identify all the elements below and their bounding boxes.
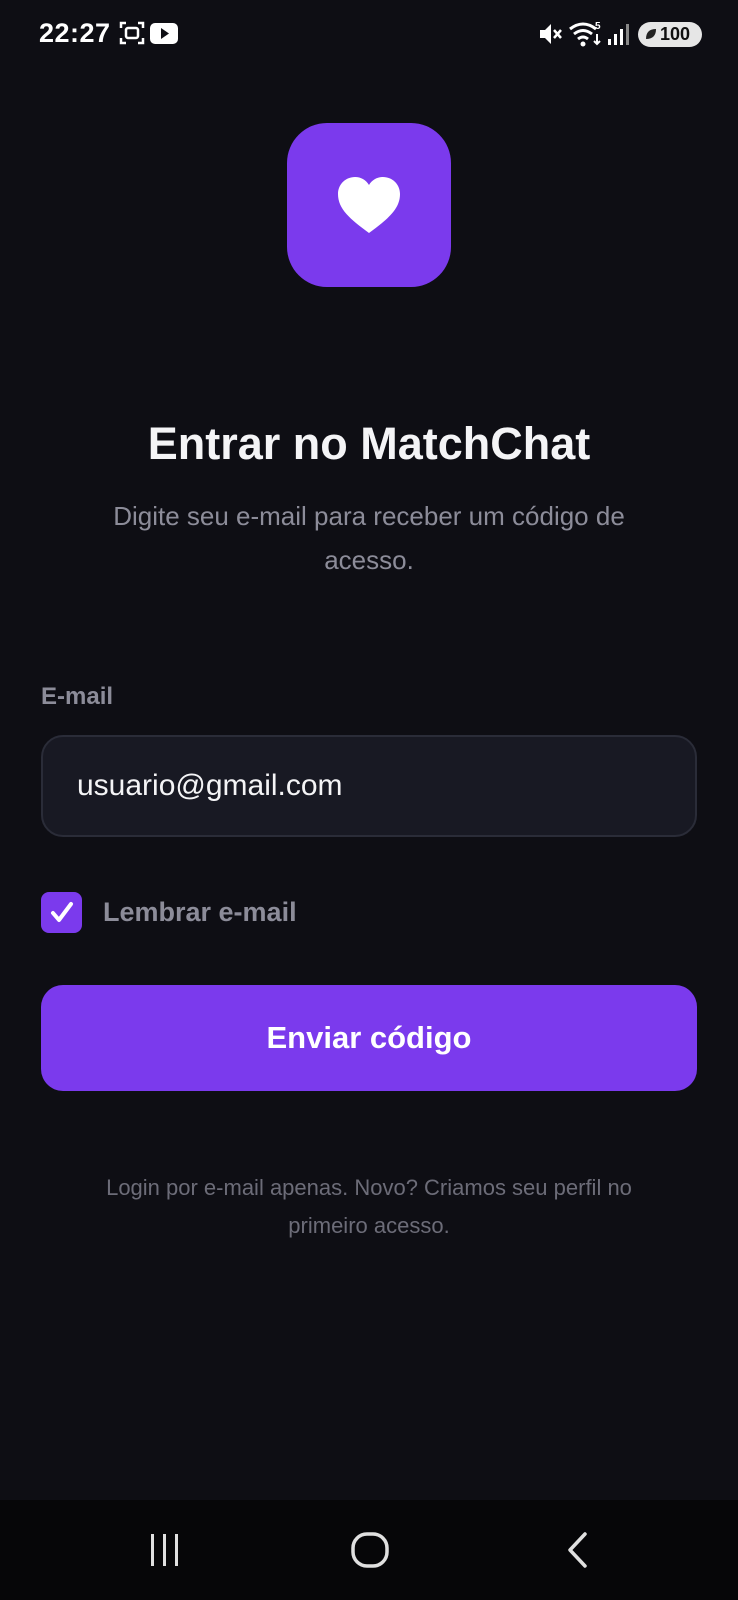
login-screen: 22:27 5 100 Entrar no MatchChat Digite s… xyxy=(0,0,738,1600)
svg-text:5: 5 xyxy=(595,21,601,32)
footer-note: Login por e-mail apenas. Novo? Criamos s… xyxy=(106,1175,632,1238)
wifi-icon: 5 xyxy=(568,20,602,53)
send-code-button[interactable]: Enviar código xyxy=(41,985,697,1091)
home-button[interactable] xyxy=(330,1520,410,1580)
email-field[interactable] xyxy=(41,735,697,837)
heart-icon xyxy=(338,177,400,233)
home-icon xyxy=(351,1532,389,1568)
back-button[interactable] xyxy=(538,1520,618,1580)
status-bar: 22:27 5 100 xyxy=(0,0,738,70)
recent-apps-icon xyxy=(151,1534,178,1566)
battery-level: 100 xyxy=(659,24,691,44)
page-title: Entrar no MatchChat xyxy=(147,418,591,469)
page-subtitle: Digite seu e-mail para receber um código… xyxy=(113,501,625,575)
email-label: E-mail xyxy=(41,683,114,710)
mute-icon xyxy=(537,21,563,52)
signal-icon xyxy=(607,22,631,51)
youtube-icon xyxy=(150,23,178,49)
remember-label: Lembrar e-mail xyxy=(103,896,297,927)
check-icon xyxy=(50,902,73,922)
remember-checkbox[interactable] xyxy=(41,891,82,933)
navigation-bar xyxy=(0,1500,738,1600)
status-time: 22:27 xyxy=(39,18,111,48)
recent-apps-button[interactable] xyxy=(125,1520,205,1580)
battery-icon: 100 xyxy=(638,22,702,47)
remember-email-toggle[interactable]: Lembrar e-mail xyxy=(41,891,297,933)
screenshot-icon xyxy=(119,20,145,51)
back-icon xyxy=(568,1532,587,1568)
app-logo xyxy=(287,123,451,287)
